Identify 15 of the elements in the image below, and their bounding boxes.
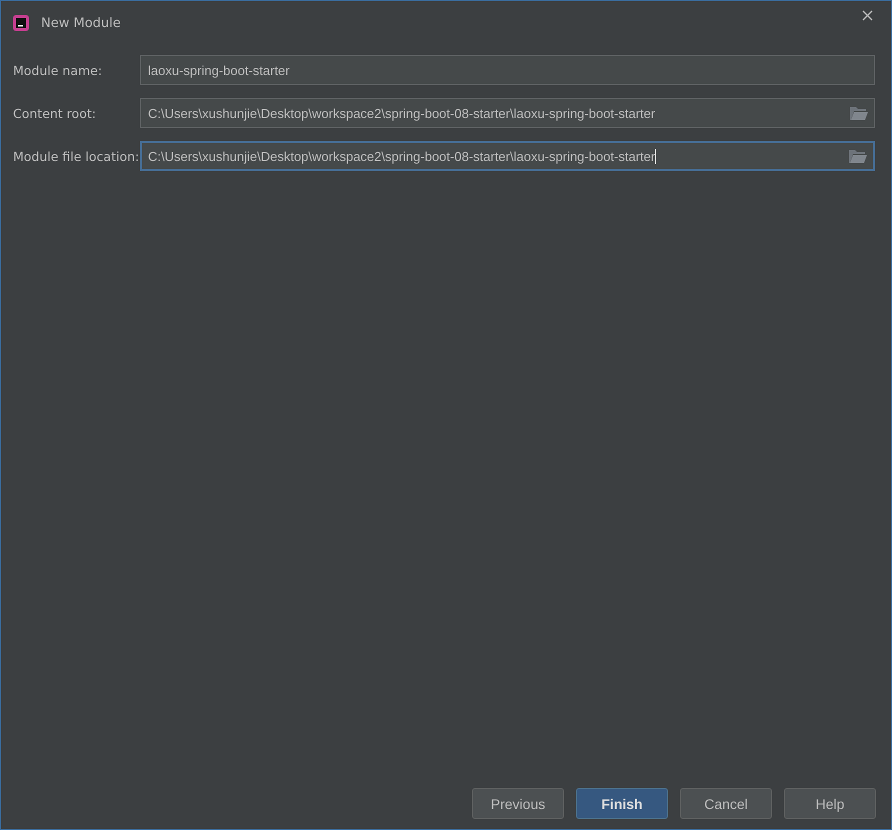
window-title: New Module (41, 16, 121, 30)
dialog-button[interactable]: Cancel (680, 788, 772, 819)
dialog-button[interactable]: Finish (576, 788, 668, 819)
app-logo-icon (13, 15, 29, 31)
input-field[interactable]: laoxu-spring-boot-starter (140, 55, 875, 85)
field-label: Module name: (13, 62, 104, 78)
input-field[interactable]: C:\Users\xushunjie\Desktop\workspace2\spring-boot-08-starter\laoxu-spring-boot-starter (140, 141, 875, 171)
close-icon[interactable] (862, 10, 873, 20)
folder-icon[interactable] (849, 149, 867, 163)
dialog-button[interactable]: Help (784, 788, 876, 819)
folder-icon[interactable] (850, 106, 868, 120)
field-label: Content root: (13, 106, 97, 120)
input-field[interactable]: C:\Users\xushunjie\Desktop\workspace2\spring-boot-08-starter\laoxu-spring-boot-starter (140, 98, 875, 128)
field-label: Module file location: (13, 148, 140, 164)
dialog-button[interactable]: Previous (472, 788, 564, 819)
